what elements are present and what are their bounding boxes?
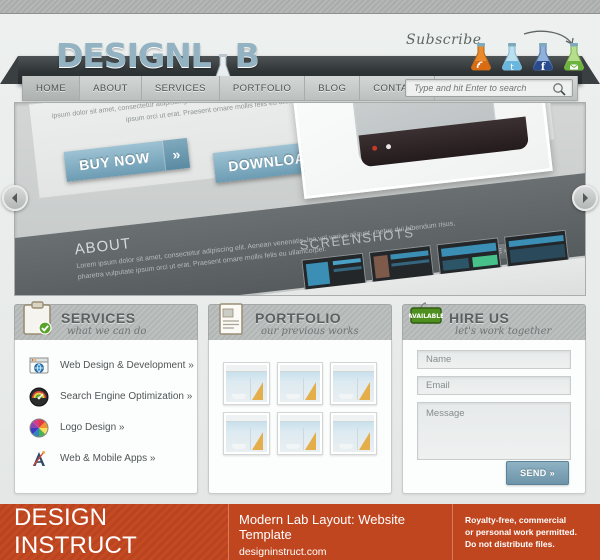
footer-brand: DESIGN INSTRUCT xyxy=(14,504,137,559)
portfolio-thumbnail[interactable] xyxy=(276,362,324,405)
rss-flask-icon[interactable] xyxy=(469,42,493,72)
portfolio-thumbnail[interactable] xyxy=(223,362,270,405)
portfolio-thumbnail[interactable] xyxy=(330,362,377,405)
hire-us-header: AVAILABLE HIRE US let's work together xyxy=(402,302,586,340)
portfolio-grid xyxy=(209,350,391,455)
footer-info-block: Modern Lab Layout: Website Template desi… xyxy=(228,504,452,560)
svg-text:t: t xyxy=(510,63,514,72)
color-wheel-icon xyxy=(29,418,49,438)
portfolio-subtitle: our previous works xyxy=(261,326,359,337)
content-columns: SERVICES what we can do Web Design & Dev… xyxy=(14,301,586,494)
nav-item-blog[interactable]: BLOG xyxy=(305,76,361,100)
hire-us-title: HIRE US xyxy=(449,310,510,326)
service-item-mobile-apps[interactable]: Web & Mobile Apps » xyxy=(15,443,197,474)
buy-now-chevron: » xyxy=(161,137,190,171)
hire-us-body: Name Email Message SEND » xyxy=(402,340,586,494)
logo-text-after: B xyxy=(234,36,260,75)
search-icon[interactable] xyxy=(552,82,566,96)
logo-text-before: DESIGNL xyxy=(56,36,212,75)
device-led-white xyxy=(385,143,392,150)
twitter-flask-icon[interactable]: t xyxy=(500,42,524,73)
site-logo[interactable]: DESIGNL B xyxy=(56,36,260,86)
services-title: SERVICES xyxy=(61,310,136,326)
browser-globe-icon xyxy=(29,356,49,376)
nav-item-portfolio[interactable]: PORTFOLIO xyxy=(219,76,306,100)
facebook-flask-icon[interactable]: f xyxy=(531,42,555,73)
footer-brand-block: DESIGN INSTRUCT xyxy=(0,504,228,560)
page-root: DESIGNL B Subscribe t f HOME ABOUT SERVI… xyxy=(0,0,600,560)
services-column: SERVICES what we can do Web Design & Dev… xyxy=(14,301,198,494)
document-icon xyxy=(219,303,243,335)
name-field[interactable]: Name xyxy=(417,350,571,369)
slider-next-button[interactable] xyxy=(572,185,598,211)
svg-text:AVAILABLE: AVAILABLE xyxy=(409,313,443,320)
license-line-1: Royalty-free, commercial xyxy=(465,515,567,525)
footer-template-title: Modern Lab Layout: Website Template xyxy=(239,512,405,542)
email-flask-icon[interactable] xyxy=(562,42,586,72)
svg-text:f: f xyxy=(541,62,546,72)
nav-item-home[interactable]: HOME xyxy=(23,76,81,100)
hire-us-column: AVAILABLE HIRE US let's work together Na… xyxy=(402,302,586,494)
site-header: DESIGNL B Subscribe t f xyxy=(0,14,600,86)
device-led-red xyxy=(371,145,378,152)
chevron-right-icon xyxy=(583,193,588,203)
nav-item-services[interactable]: SERVICES xyxy=(141,76,220,100)
nav-item-about[interactable]: ABOUT xyxy=(80,76,142,100)
license-line-2: or personal work permitted. xyxy=(465,527,577,537)
footer-license-block: Royalty-free, commercial or personal wor… xyxy=(452,504,600,560)
email-field[interactable]: Email xyxy=(417,376,571,395)
services-subtitle: what we can do xyxy=(67,326,147,337)
slider-prev-button[interactable] xyxy=(2,185,28,211)
browser-top-strip xyxy=(0,0,600,14)
search-box[interactable] xyxy=(405,79,573,97)
footer-banner: DESIGN INSTRUCT Modern Lab Layout: Websi… xyxy=(0,504,600,560)
service-item-seo[interactable]: Search Engine Optimization » xyxy=(15,381,197,412)
main-navigation: HOME ABOUT SERVICES PORTFOLIO BLOG CONTA… xyxy=(22,76,578,101)
speedometer-icon xyxy=(29,387,49,407)
portfolio-column: PORTFOLIO our previous works xyxy=(208,303,392,494)
service-label: Web & Mobile Apps » xyxy=(60,453,156,464)
service-item-web-design[interactable]: Web Design & Development » xyxy=(15,350,197,381)
send-button[interactable]: SEND » xyxy=(506,461,569,485)
service-label: Logo Design » xyxy=(60,422,125,433)
portfolio-thumbnail[interactable] xyxy=(223,412,270,455)
subscribe-area: Subscribe t f xyxy=(394,30,594,76)
portfolio-title: PORTFOLIO xyxy=(255,310,342,326)
clipboard-check-icon xyxy=(23,301,52,335)
hire-us-subtitle: let's work together xyxy=(455,326,552,337)
service-label: Search Engine Optimization » xyxy=(60,391,193,402)
search-input[interactable] xyxy=(406,83,546,93)
portfolio-thumbnail[interactable] xyxy=(330,412,377,455)
footer-site[interactable]: designinstruct.com xyxy=(239,545,452,559)
services-header: SERVICES what we can do xyxy=(14,301,198,340)
portfolio-header: PORTFOLIO our previous works xyxy=(208,303,392,340)
message-field[interactable]: Message xyxy=(417,402,571,460)
portfolio-thumbnail[interactable] xyxy=(276,412,324,455)
portfolio-body xyxy=(208,340,392,494)
hero-slider: ipsum dolor sit amet, consectetur adipis… xyxy=(14,102,586,296)
available-sign-icon: AVAILABLE xyxy=(409,302,443,324)
hero-slide-content: ipsum dolor sit amet, consectetur adipis… xyxy=(15,103,585,295)
chevron-left-icon xyxy=(12,193,17,203)
license-line-3: Do not distribute files. xyxy=(465,539,555,549)
service-label: Web Design & Development » xyxy=(60,360,194,371)
app-store-icon xyxy=(29,449,49,469)
social-icons-row: t f xyxy=(469,42,586,73)
services-body: Web Design & Development » Search Engine… xyxy=(14,340,198,494)
service-item-logo-design[interactable]: Logo Design » xyxy=(15,412,197,443)
